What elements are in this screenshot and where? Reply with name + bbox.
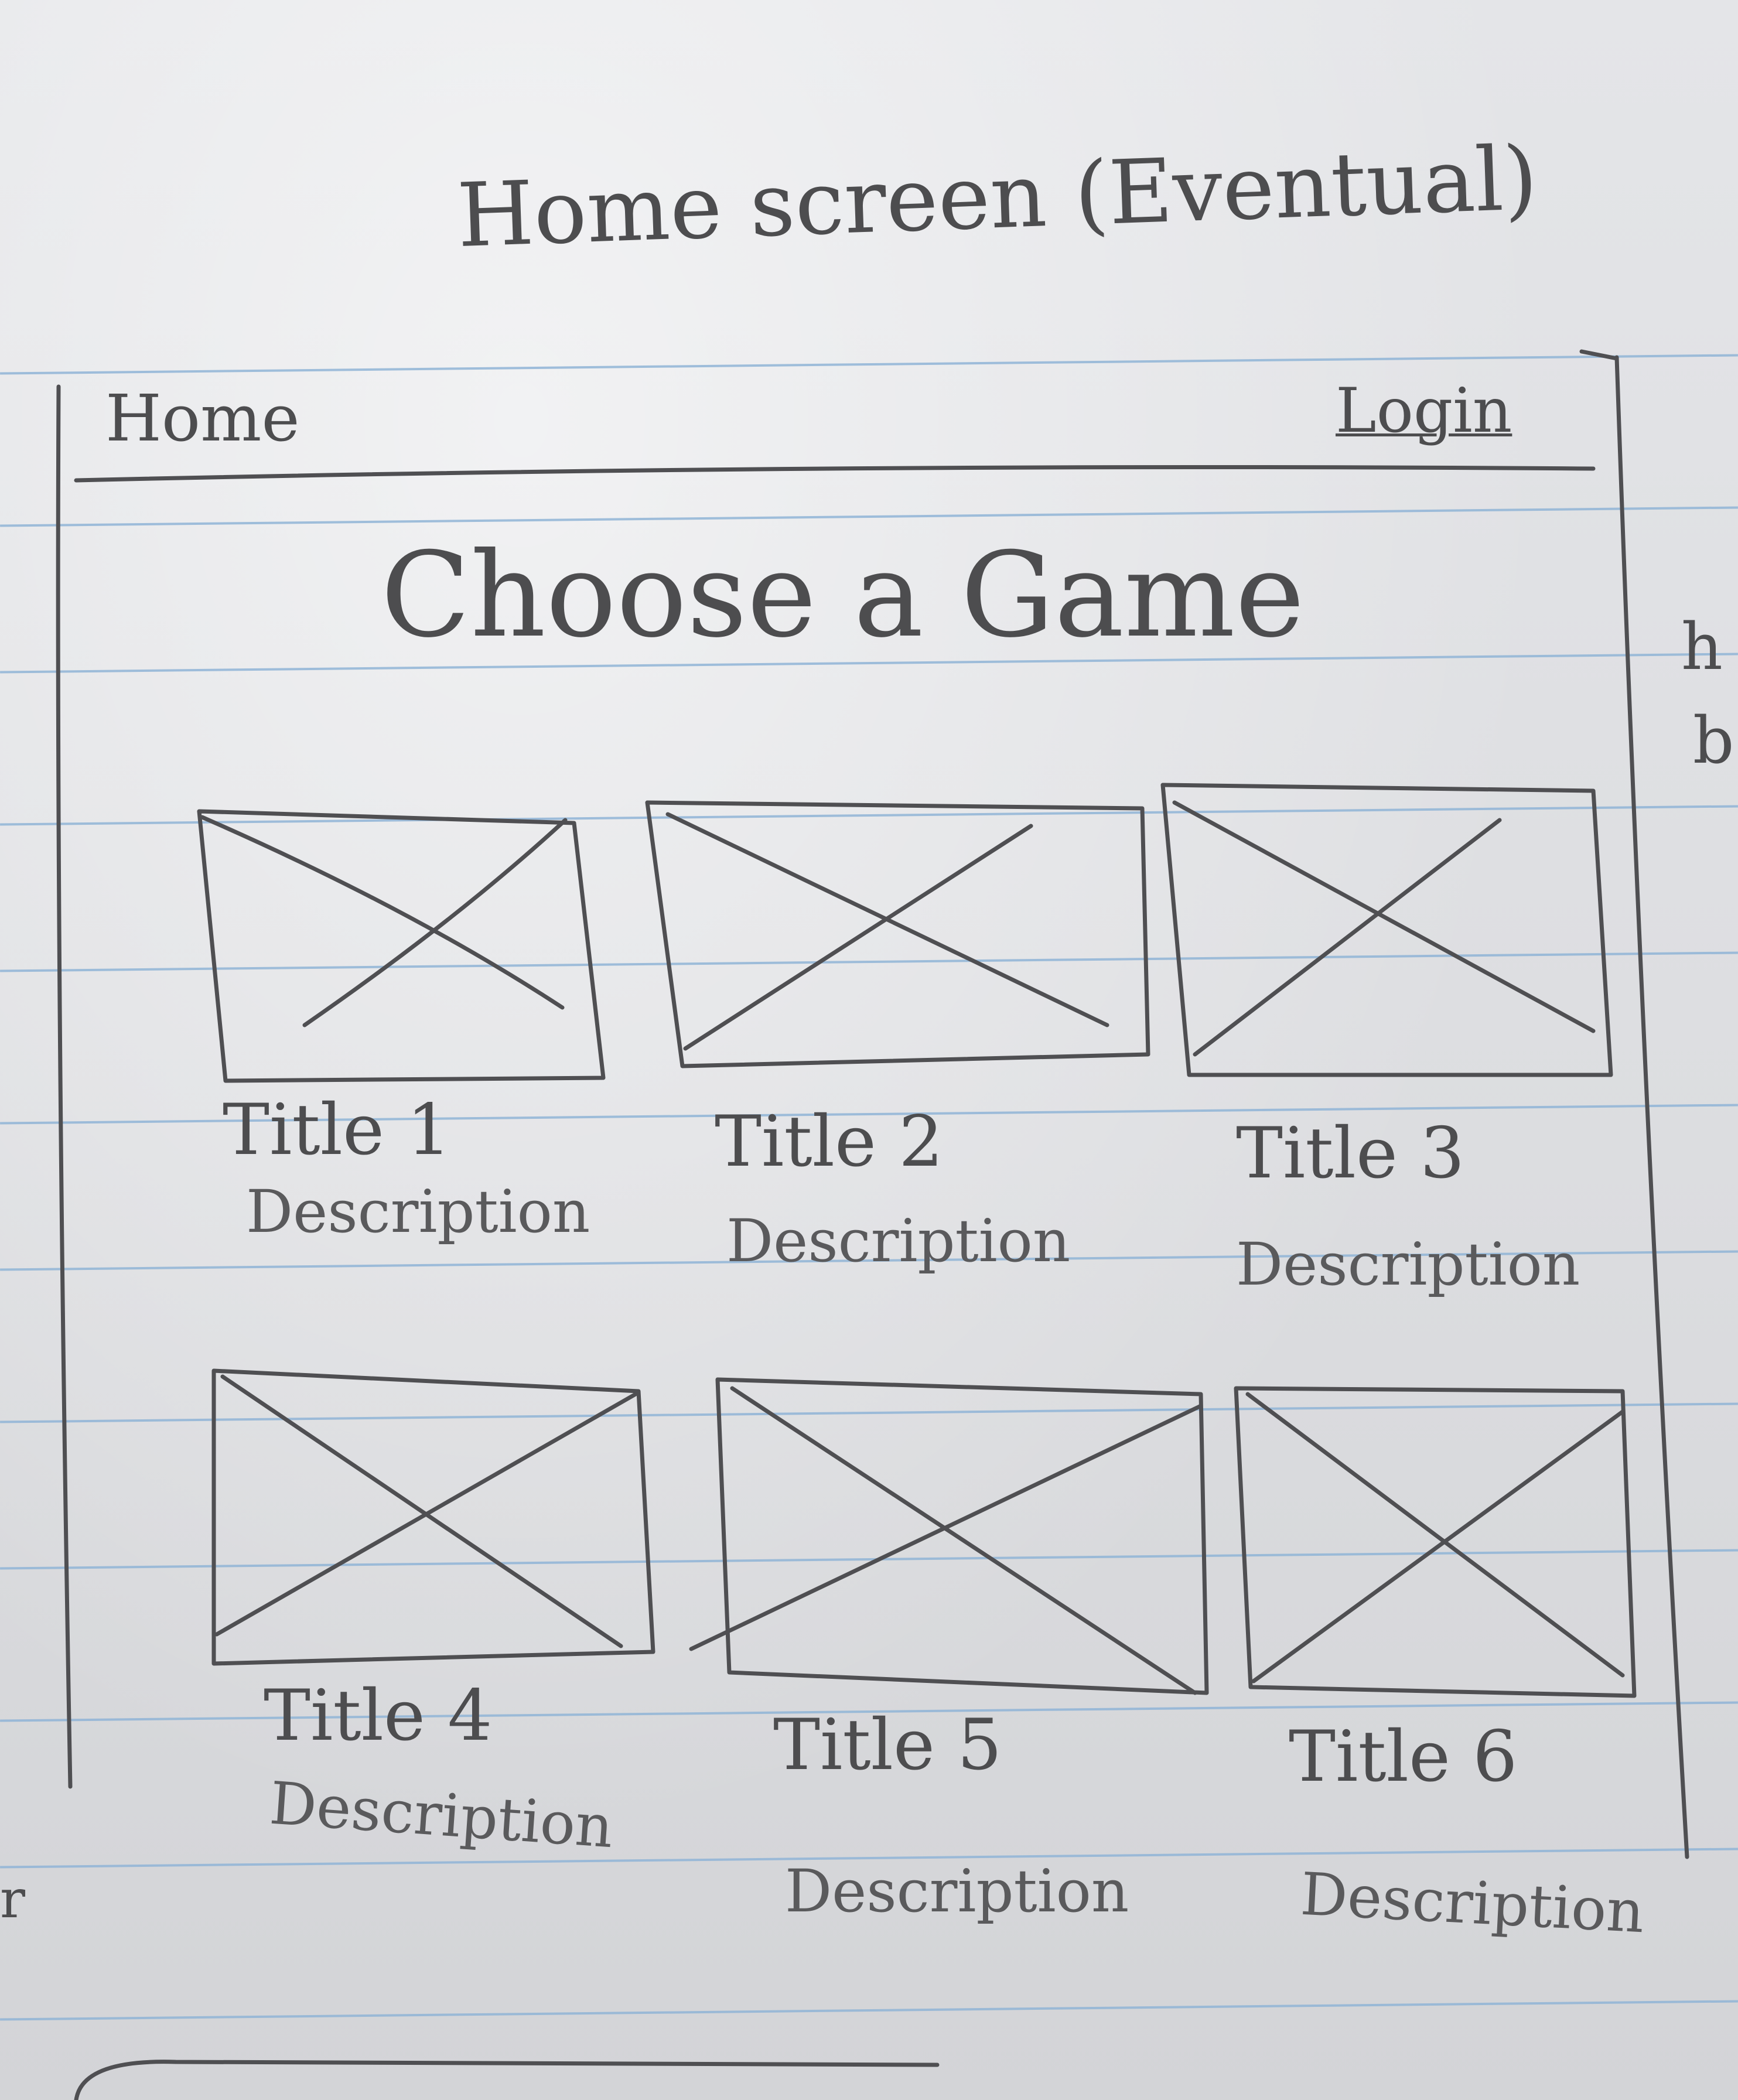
card-3-description: Description xyxy=(1236,1230,1580,1299)
card-1-description: Description xyxy=(246,1177,590,1246)
browser-frame-left-border xyxy=(56,384,73,1789)
margin-note: h xyxy=(1681,609,1723,684)
card-5-image-placeholder xyxy=(689,1377,1209,1695)
card-5-description: Description xyxy=(785,1857,1129,1925)
nav-divider xyxy=(74,465,1596,483)
card-6-image-placeholder xyxy=(1234,1386,1637,1698)
card-6-title[interactable]: Title 6 xyxy=(1289,1716,1518,1798)
card-4-title[interactable]: Title 4 xyxy=(264,1675,493,1757)
card-5-title[interactable]: Title 5 xyxy=(773,1705,1002,1786)
margin-note: r xyxy=(0,1869,26,1930)
nav-home-link[interactable]: Home xyxy=(105,381,300,456)
browser-frame-right-border xyxy=(1614,355,1689,1859)
next-sketch-frame xyxy=(74,2060,940,2100)
nav-login-link[interactable]: Login xyxy=(1336,375,1512,446)
card-1-title[interactable]: Title 1 xyxy=(223,1090,452,1171)
card-2-title[interactable]: Title 2 xyxy=(715,1101,944,1183)
card-3-title[interactable]: Title 3 xyxy=(1236,1113,1465,1194)
card-4-image-placeholder xyxy=(211,1368,655,1666)
page-heading: Choose a Game xyxy=(381,527,1305,664)
card-1-image-placeholder xyxy=(197,809,606,1083)
card-2-description: Description xyxy=(726,1207,1071,1275)
margin-note: b xyxy=(1693,703,1734,778)
browser-frame-top-border xyxy=(1579,349,1619,361)
card-2-image-placeholder xyxy=(645,800,1150,1068)
card-3-image-placeholder xyxy=(1160,783,1613,1077)
